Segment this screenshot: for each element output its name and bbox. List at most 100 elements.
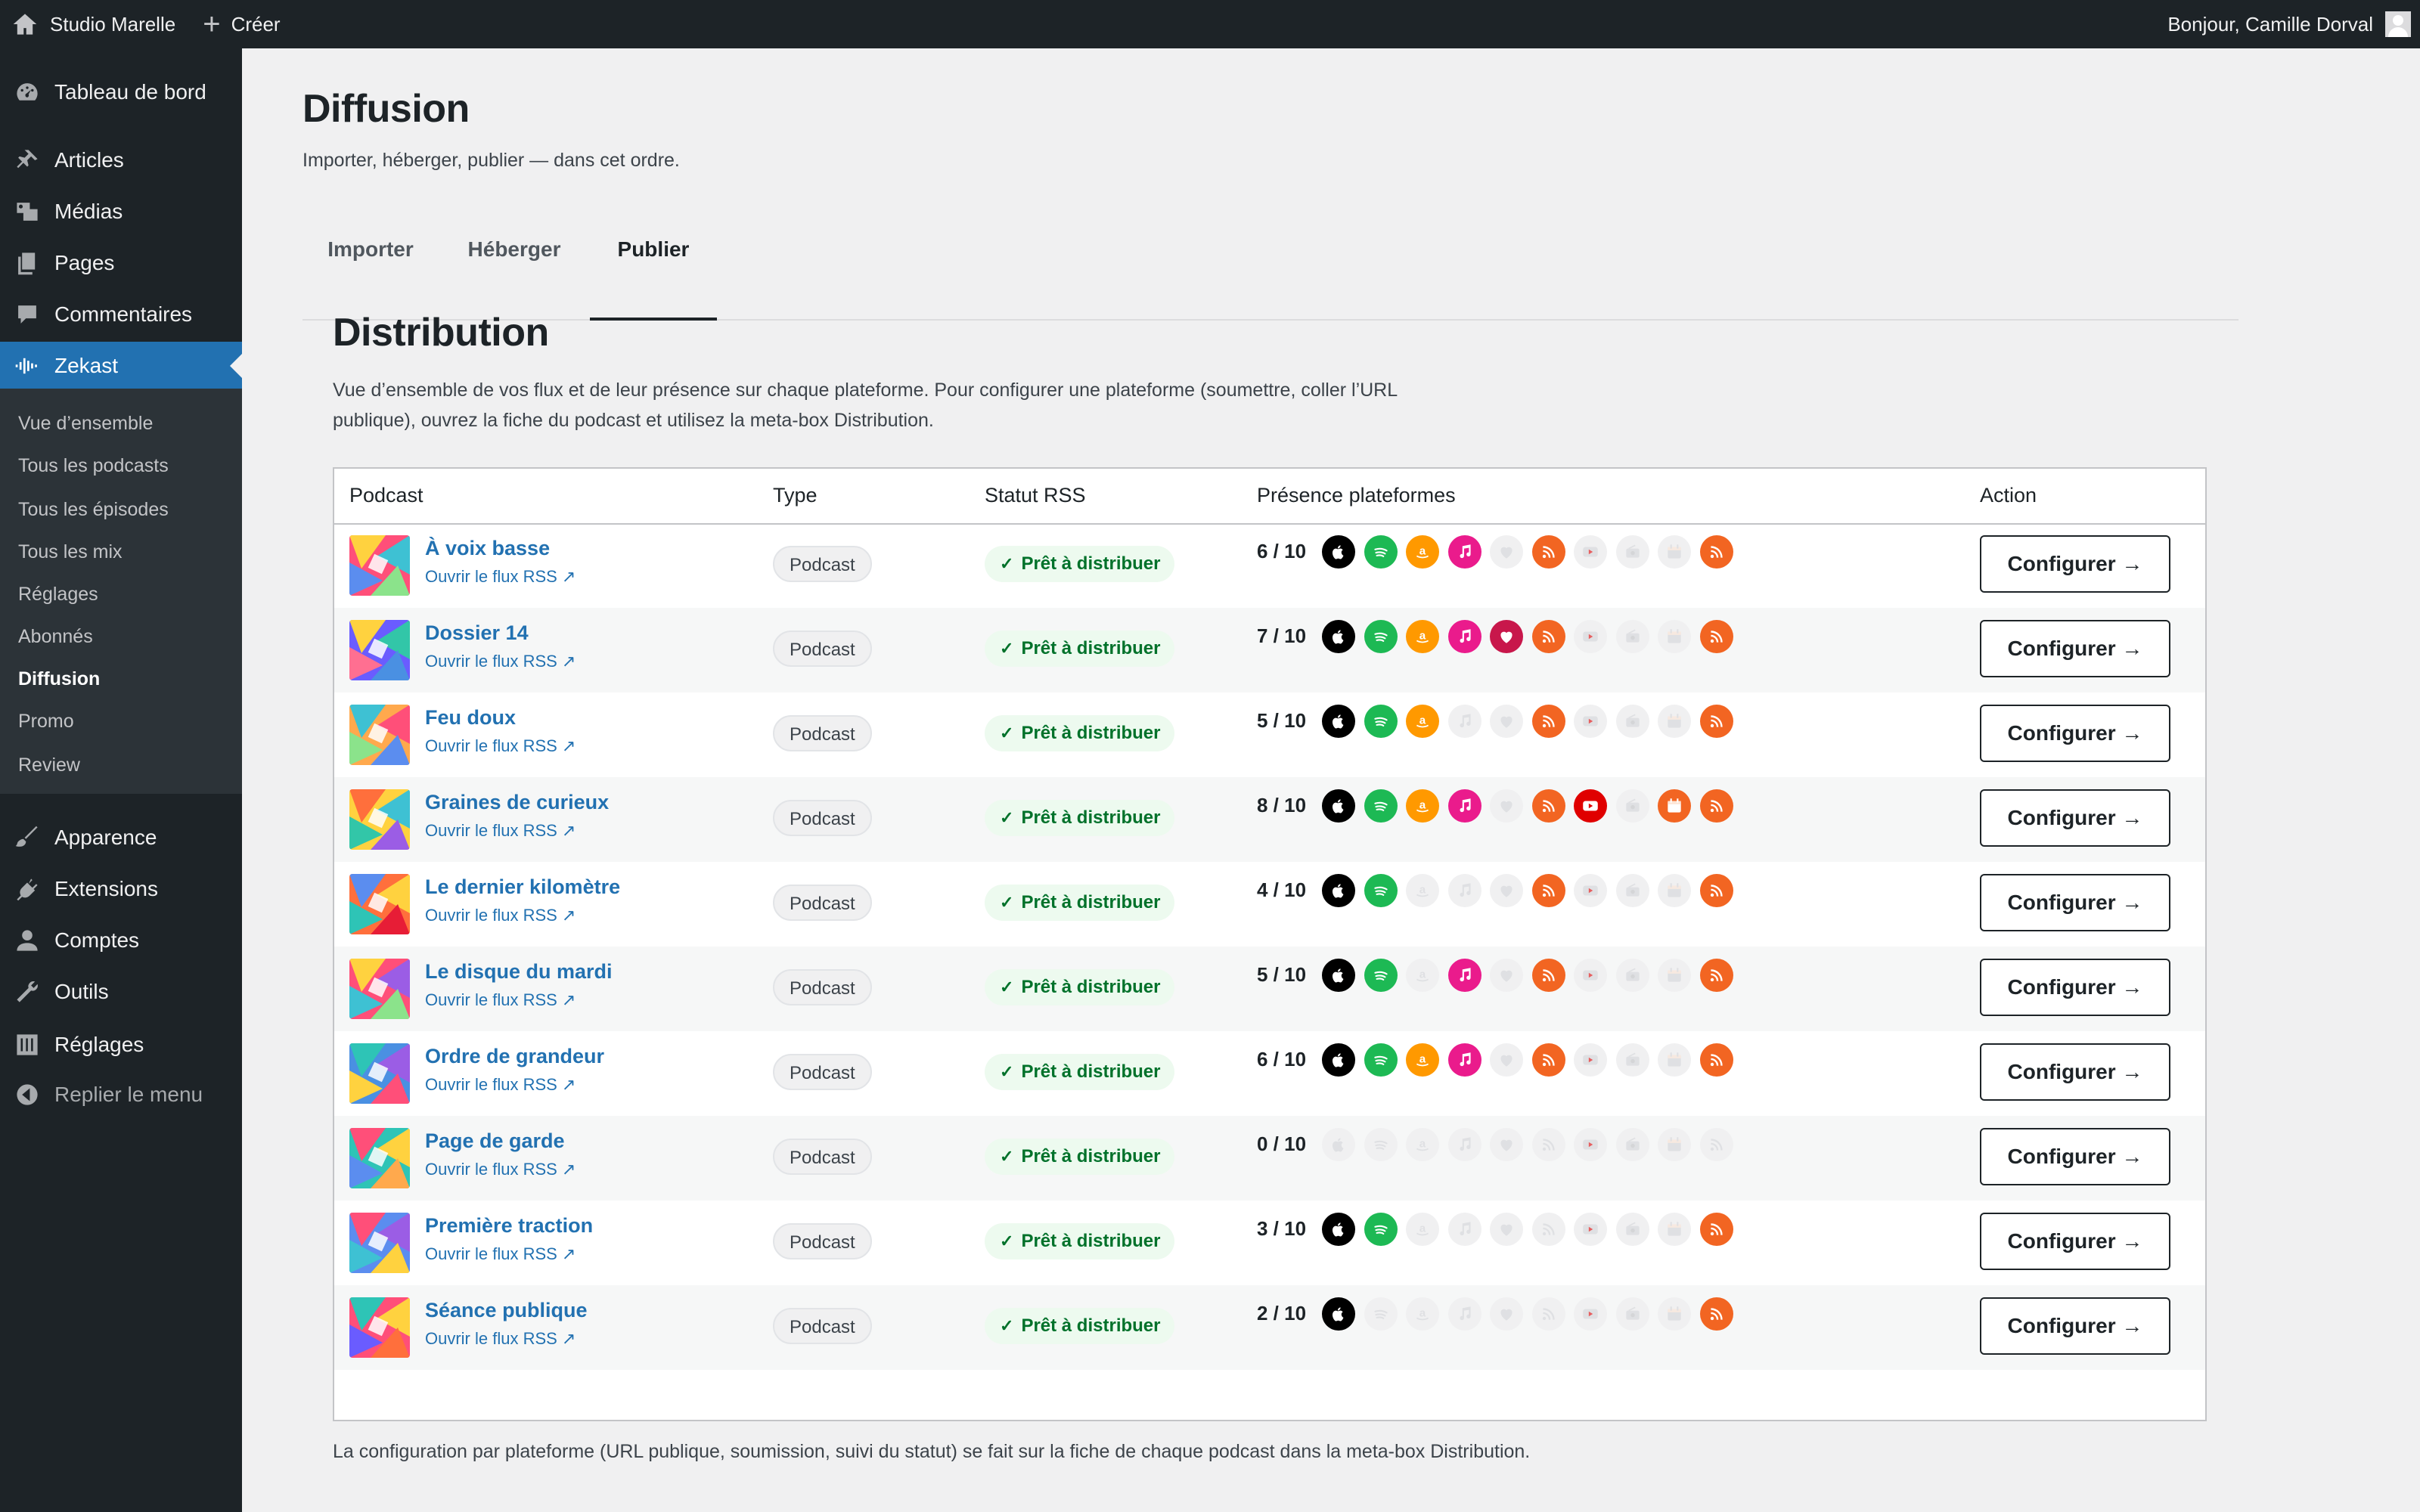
submenu-all-mix[interactable]: Tous les mix [18,541,123,563]
open-rss-feed-link[interactable]: Ouvrir le flux RSS ↗ [425,1244,576,1264]
podcast-name-link[interactable]: Première traction [425,1214,593,1238]
type-badge: Podcast [773,1054,872,1090]
status-badge: ✓ Prêt à distribuer [985,1054,1174,1090]
open-rss-feed-link[interactable]: Ouvrir le flux RSS ↗ [425,652,576,671]
configure-button[interactable]: Configurer → [1980,1128,2170,1185]
amazon-music-icon: a [1406,620,1439,653]
table-row: Dossier 14 Ouvrir le flux RSS ↗ Podcast ✓ Pr… [334,608,2205,692]
menu-medias[interactable]: Médias [0,187,242,236]
header-action: Action [1980,484,2037,507]
calendar-icon [1658,959,1691,992]
account-menu[interactable]: Bonjour, Camille Dorval [2167,0,2411,48]
tab-host[interactable]: Héberger [439,219,590,319]
type-badge: Podcast [773,715,872,751]
section-description: Vue d’ensemble de vos flux et de leur pr… [333,380,1398,431]
svg-text:a: a [1419,544,1426,557]
submenu-promo[interactable]: Promo [18,711,74,733]
pin-icon [14,147,41,174]
spotify-icon [1364,1043,1398,1077]
configure-button[interactable]: Configurer → [1980,1213,2170,1270]
podcast-name-link[interactable]: Feu doux [425,706,516,730]
menu-dashboard[interactable]: Tableau de bord [0,68,242,116]
calendar-icon [1658,1213,1691,1246]
menu-zekast[interactable]: Zekast [0,342,242,390]
menu-pages[interactable]: Pages [0,239,242,287]
apple-podcasts-icon [1322,959,1355,992]
podcast-cover [349,1297,410,1358]
table-row: Le dernier kilomètre Ouvrir le flux RSS ↗… [334,862,2205,947]
open-rss-feed-link[interactable]: Ouvrir le flux RSS ↗ [425,1160,576,1179]
podcast-name-link[interactable]: Graines de curieux [425,791,609,814]
avatar [2385,11,2411,37]
calendar-icon [1658,535,1691,569]
menu-extensions[interactable]: Extensions [0,865,242,913]
podcast-name-link[interactable]: Dossier 14 [425,621,529,645]
configure-button[interactable]: Configurer → [1980,705,2170,762]
status-badge: ✓ Prêt à distribuer [985,1139,1174,1175]
check-icon: ✓ [1000,1062,1014,1081]
submenu-subscribers[interactable]: Abonnés [18,626,93,648]
open-rss-feed-link[interactable]: Ouvrir le flux RSS ↗ [425,906,576,925]
open-rss-feed-link[interactable]: Ouvrir le flux RSS ↗ [425,990,576,1010]
plug-icon [14,875,41,903]
podcast-name-link[interactable]: Ordre de grandeur [425,1045,604,1068]
check-icon: ✓ [1000,893,1014,912]
youtube-icon [1574,535,1607,569]
configure-button[interactable]: Configurer → [1980,959,2170,1016]
footnote: La configuration par plateforme (URL pub… [333,1441,1531,1462]
submenu-overview[interactable]: Vue d’ensemble [18,413,153,435]
platform-count: 3 / 10 [1257,1217,1307,1240]
podcast-name-link[interactable]: Le disque du mardi [425,960,613,984]
collapse-menu-button[interactable]: Replier le menu [0,1070,242,1119]
radio-icon [1615,1043,1649,1077]
podcast-name-link[interactable]: Séance publique [425,1299,588,1322]
spotify-icon [1364,535,1398,569]
spotify-icon [1364,789,1398,823]
menu-accounts[interactable]: Comptes [0,916,242,965]
rss-feed-icon [1699,789,1733,823]
menu-articles[interactable]: Articles [0,136,242,184]
menu-appearance[interactable]: Apparence [0,813,242,862]
podcast-name-link[interactable]: Page de garde [425,1129,565,1153]
open-rss-feed-link[interactable]: Ouvrir le flux RSS ↗ [425,567,576,587]
configure-button[interactable]: Configurer → [1980,1043,2170,1101]
open-rss-feed-link[interactable]: Ouvrir le flux RSS ↗ [425,1329,576,1349]
site-home-link[interactable]: Studio Marelle [0,0,175,48]
open-rss-feed-link[interactable]: Ouvrir le flux RSS ↗ [425,736,576,756]
svg-text:a: a [1419,883,1426,896]
submenu-review[interactable]: Review [18,754,80,776]
menu-tools[interactable]: Outils [0,968,242,1016]
submenu-settings[interactable]: Réglages [18,584,98,606]
waveform-icon [14,352,41,380]
open-rss-feed-link[interactable]: Ouvrir le flux RSS ↗ [425,1075,576,1095]
tab-import[interactable]: Importer [302,219,439,319]
configure-button[interactable]: Configurer → [1980,620,2170,677]
platform-count: 6 / 10 [1257,1048,1307,1070]
submenu-all-podcasts[interactable]: Tous les podcasts [18,455,169,477]
apple-podcasts-icon [1322,1128,1355,1161]
new-content-link[interactable]: + Créer [203,0,280,48]
configure-button[interactable]: Configurer → [1980,1297,2170,1355]
configure-button[interactable]: Configurer → [1980,789,2170,847]
svg-text:a: a [1419,1137,1426,1150]
radio-icon [1615,620,1649,653]
open-rss-feed-link[interactable]: Ouvrir le flux RSS ↗ [425,821,576,841]
rss-feed-icon [1699,959,1733,992]
podcast-name-link[interactable]: Le dernier kilomètre [425,875,620,899]
submenu-diffusion[interactable]: Diffusion [18,668,100,690]
podcast-name-link[interactable]: À voix basse [425,537,550,560]
menu-label: Articles [54,148,124,172]
type-badge: Podcast [773,969,872,1005]
tab-publish[interactable]: Publier [590,219,717,321]
apple-podcasts-icon [1322,1043,1355,1077]
menu-comments[interactable]: Commentaires [0,290,242,339]
podcast-cover [349,705,410,765]
menu-settings[interactable]: Réglages [0,1021,242,1069]
submenu-all-episodes[interactable]: Tous les épisodes [18,499,169,521]
section-title: Distribution [333,311,549,355]
status-badge: ✓ Prêt à distribuer [985,546,1174,582]
configure-button[interactable]: Configurer → [1980,535,2170,593]
configure-button[interactable]: Configurer → [1980,874,2170,931]
menu-label: Pages [54,251,115,274]
check-icon: ✓ [1000,723,1014,742]
